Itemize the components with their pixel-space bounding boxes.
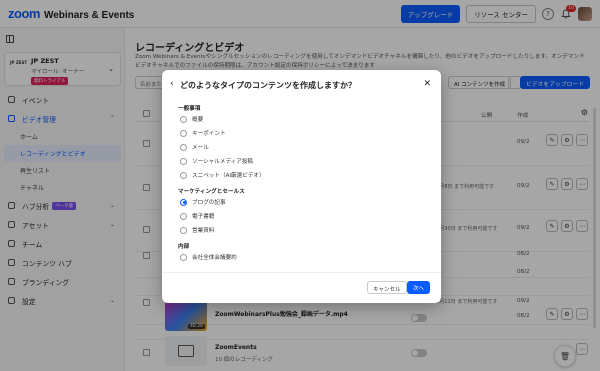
radio-button[interactable] — [180, 143, 187, 151]
option-email[interactable]: メール — [180, 142, 209, 152]
option-social-post[interactable]: ソーシャルメディア投稿 — [180, 156, 253, 166]
option-label: ソーシャルメディア投稿 — [192, 159, 254, 165]
close-icon[interactable]: ✕ — [423, 79, 431, 89]
option-label: 電子書籍 — [192, 214, 215, 220]
radio-button[interactable] — [180, 171, 187, 179]
option-key-points[interactable]: キーポイント — [180, 128, 226, 138]
dialog-header: ‹ どのようなタイプのコンテンツを作成しますか？ ✕ — [170, 79, 433, 91]
option-label: 概要 — [192, 117, 204, 123]
group-label-marketing: マーケティングとセールス — [178, 189, 245, 195]
option-sales-material[interactable]: 営業資料 — [180, 225, 214, 235]
option-ebook[interactable]: 電子書籍 — [180, 211, 214, 221]
option-label: ブログの記事 — [192, 200, 226, 206]
next-button[interactable]: 次へ — [407, 281, 431, 294]
radio-button[interactable] — [180, 129, 187, 137]
option-label: キーポイント — [192, 131, 226, 137]
cancel-button[interactable]: キャンセル — [367, 281, 407, 294]
radio-button[interactable] — [180, 157, 187, 165]
option-label: 営業資料 — [192, 228, 215, 234]
option-summary[interactable]: 概要 — [180, 114, 203, 124]
option-label: メール — [192, 145, 209, 151]
dialog-divider — [162, 272, 441, 273]
group-label-general: 一般事項 — [178, 106, 201, 112]
option-snippet[interactable]: スニペット（AI厳選ビデオ） — [180, 170, 265, 180]
option-label: スニペット（AI厳選ビデオ） — [192, 173, 265, 179]
group-label-internal: 内部 — [178, 244, 190, 250]
back-chevron-icon[interactable]: ‹ — [170, 79, 174, 89]
radio-button[interactable] — [180, 115, 187, 123]
dialog-title: どのようなタイプのコンテンツを作成しますか？ — [180, 81, 356, 90]
option-label: 会社全体会議要約 — [192, 255, 237, 261]
option-blog-article[interactable]: ブログの記事 — [180, 197, 226, 207]
option-all-hands-summary[interactable]: 会社全体会議要約 — [180, 252, 237, 262]
radio-button[interactable] — [180, 212, 187, 220]
radio-button[interactable] — [180, 253, 187, 261]
radio-button-selected[interactable] — [180, 198, 187, 206]
content-type-dialog: ‹ どのようなタイプのコンテンツを作成しますか？ ✕ 一般事項 概要 キーポイン… — [162, 70, 441, 303]
radio-button[interactable] — [180, 226, 187, 234]
